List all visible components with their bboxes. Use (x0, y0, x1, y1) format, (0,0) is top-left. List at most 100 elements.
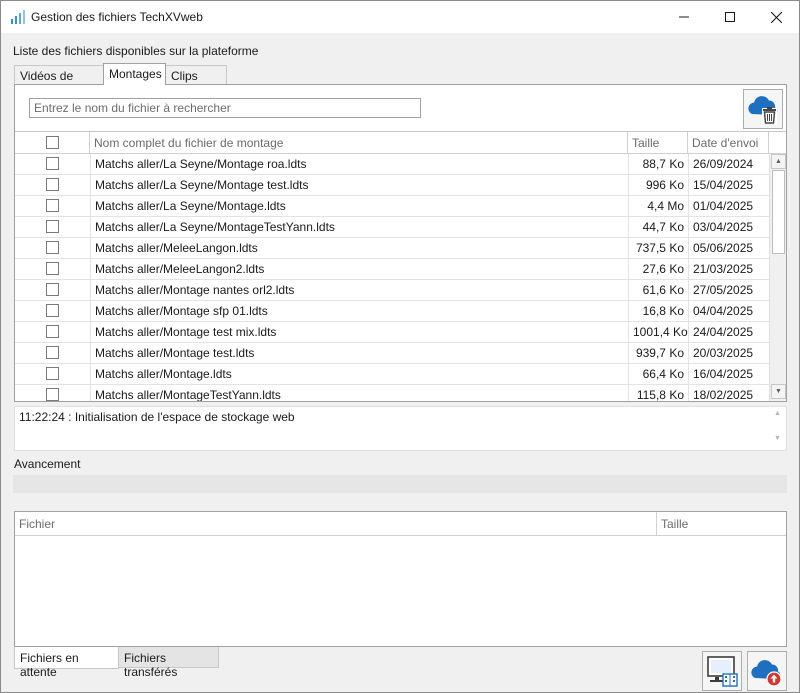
column-header-date[interactable]: Date d'envoi (688, 132, 769, 154)
main-window: Gestion des fichiers TechXVweb Liste des… (0, 0, 800, 693)
file-name-cell: Matchs aller/La Seyne/Montage roa.ldts (90, 154, 628, 175)
row-checkbox-cell (15, 196, 90, 217)
maximize-icon (725, 12, 735, 22)
file-name-cell: Matchs aller/Montage test mix.ldts (90, 322, 628, 343)
row-checkbox[interactable] (46, 199, 59, 212)
montages-table: Nom complet du fichier de montage Taille… (15, 131, 786, 401)
file-date-cell: 20/03/2025 (688, 343, 769, 364)
log-scroll-up-icon[interactable]: ▲ (770, 410, 785, 423)
table-row[interactable]: Matchs aller/Montage.ldts 66,4 Ko 16/04/20… (15, 364, 769, 385)
row-checkbox[interactable] (46, 157, 59, 170)
file-name-cell: Matchs aller/La Seyne/Montage.ldts (90, 196, 628, 217)
row-checkbox[interactable] (46, 262, 59, 275)
file-date-cell: 05/06/2025 (688, 238, 769, 259)
transfer-column-size[interactable]: Taille (657, 512, 786, 535)
table-row[interactable]: Matchs aller/MeleeLangon.ldts 737,5 Ko 05/… (15, 238, 769, 259)
table-row[interactable]: Matchs aller/La Seyne/MontageTestYann.ld… (15, 217, 769, 238)
row-checkbox[interactable] (46, 346, 59, 359)
media-transfer-button[interactable] (702, 651, 742, 691)
file-name-cell: Matchs aller/Montage nantes orl2.ldts (90, 280, 628, 301)
row-checkbox[interactable] (46, 283, 59, 296)
table-row[interactable]: Matchs aller/La Seyne/Montage test.ldts 9… (15, 175, 769, 196)
file-size-cell: 44,7 Ko (628, 217, 688, 238)
scroll-up-arrow-icon[interactable]: ▲ (771, 154, 786, 169)
table-row[interactable]: Matchs aller/MeleeLangon2.ldts 27,6 Ko 21/… (15, 259, 769, 280)
file-date-cell: 15/04/2025 (688, 175, 769, 196)
log-area[interactable]: 11:22:24 : Initialisation de l'espace de… (14, 406, 787, 451)
file-name-cell: Matchs aller/MontageTestYann.ldts (90, 385, 628, 401)
row-checkbox-cell (15, 343, 90, 364)
row-checkbox-cell (15, 385, 90, 401)
table-row[interactable]: Matchs aller/Montage nantes orl2.ldts 61,… (15, 280, 769, 301)
transfer-list-header: Fichier Taille (15, 512, 786, 536)
transfer-list: Fichier Taille (14, 511, 787, 647)
row-checkbox[interactable] (46, 220, 59, 233)
file-date-cell: 24/04/2025 (688, 322, 769, 343)
delete-from-cloud-button[interactable] (743, 89, 783, 129)
log-message: 11:22:24 : Initialisation de l'espace de… (19, 410, 295, 424)
tab-pending-files[interactable]: Fichiers en attente (14, 647, 119, 679)
file-date-cell: 18/02/2025 (688, 385, 769, 401)
tab-match-videos[interactable]: Vidéos de match (14, 65, 104, 97)
column-header-name[interactable]: Nom complet du fichier de montage (90, 132, 628, 154)
tab-video-clips[interactable]: Clips vidéo (165, 65, 227, 97)
file-size-cell: 27,6 Ko (628, 259, 688, 280)
file-size-cell: 939,7 Ko (628, 343, 688, 364)
tab-transferred-files[interactable]: Fichiers transférés (118, 647, 219, 679)
table-row[interactable]: Matchs aller/Montage test mix.ldts 1001,4… (15, 322, 769, 343)
monitor-film-icon (707, 656, 738, 687)
file-name-cell: Matchs aller/Montage.ldts (90, 364, 628, 385)
scroll-down-arrow-icon[interactable]: ▼ (771, 384, 786, 399)
transfer-column-file[interactable]: Fichier (15, 512, 657, 535)
minimize-button[interactable] (661, 1, 707, 33)
file-size-cell: 16,8 Ko (628, 301, 688, 322)
file-size-cell: 66,4 Ko (628, 364, 688, 385)
column-header-size[interactable]: Taille (628, 132, 688, 154)
file-size-cell: 4,4 Mo (628, 196, 688, 217)
row-checkbox[interactable] (46, 367, 59, 380)
file-size-cell: 1001,4 Ko (628, 322, 688, 343)
file-date-cell: 16/04/2025 (688, 364, 769, 385)
row-checkbox-cell (15, 364, 90, 385)
tab-montages[interactable]: Montages (103, 63, 166, 85)
row-checkbox-cell (15, 280, 90, 301)
close-button[interactable] (753, 1, 799, 33)
montages-panel: Nom complet du fichier de montage Taille… (14, 84, 787, 402)
row-checkbox[interactable] (46, 241, 59, 254)
file-name-cell: Matchs aller/La Seyne/MontageTestYann.ld… (90, 217, 628, 238)
table-row[interactable]: Matchs aller/MontageTestYann.ldts 115,8 K… (15, 385, 769, 401)
file-name-cell: Matchs aller/Montage sfp 01.ldts (90, 301, 628, 322)
cloud-upload-button[interactable] (747, 651, 787, 691)
search-box[interactable] (29, 98, 421, 118)
cloud-delete-icon (748, 96, 778, 124)
file-size-cell: 115,8 Ko (628, 385, 688, 401)
table-scrollbar[interactable]: ▲ ▼ (769, 154, 786, 401)
row-checkbox[interactable] (46, 304, 59, 317)
table-row[interactable]: Matchs aller/La Seyne/Montage roa.ldts 88… (15, 154, 769, 175)
log-scroll-down-icon[interactable]: ▼ (770, 435, 785, 448)
select-all-checkbox[interactable] (45, 136, 59, 149)
row-checkbox-cell (15, 322, 90, 343)
scroll-thumb[interactable] (772, 170, 785, 254)
file-name-cell: Matchs aller/MeleeLangon.ldts (90, 238, 628, 259)
table-row[interactable]: Matchs aller/Montage sfp 01.ldts 16,8 Ko 0… (15, 301, 769, 322)
file-date-cell: 26/09/2024 (688, 154, 769, 175)
row-checkbox[interactable] (46, 178, 59, 191)
row-checkbox-cell (15, 217, 90, 238)
row-checkbox[interactable] (46, 325, 59, 338)
file-name-cell: Matchs aller/Montage test.ldts (90, 343, 628, 364)
select-all-cell (15, 132, 90, 154)
row-checkbox-cell (15, 259, 90, 280)
file-date-cell: 01/04/2025 (688, 196, 769, 217)
row-checkbox-cell (15, 301, 90, 322)
file-size-cell: 88,7 Ko (628, 154, 688, 175)
maximize-button[interactable] (707, 1, 753, 33)
table-row[interactable]: Matchs aller/Montage test.ldts 939,7 Ko 20… (15, 343, 769, 364)
row-checkbox[interactable] (46, 388, 59, 401)
search-input[interactable] (30, 99, 420, 117)
table-header: Nom complet du fichier de montage Taille… (15, 132, 786, 154)
file-name-cell: Matchs aller/La Seyne/Montage test.ldts (90, 175, 628, 196)
file-date-cell: 27/05/2025 (688, 280, 769, 301)
table-row[interactable]: Matchs aller/La Seyne/Montage.ldts 4,4 Mo… (15, 196, 769, 217)
log-scrollbar[interactable]: ▲ ▼ (770, 408, 785, 449)
